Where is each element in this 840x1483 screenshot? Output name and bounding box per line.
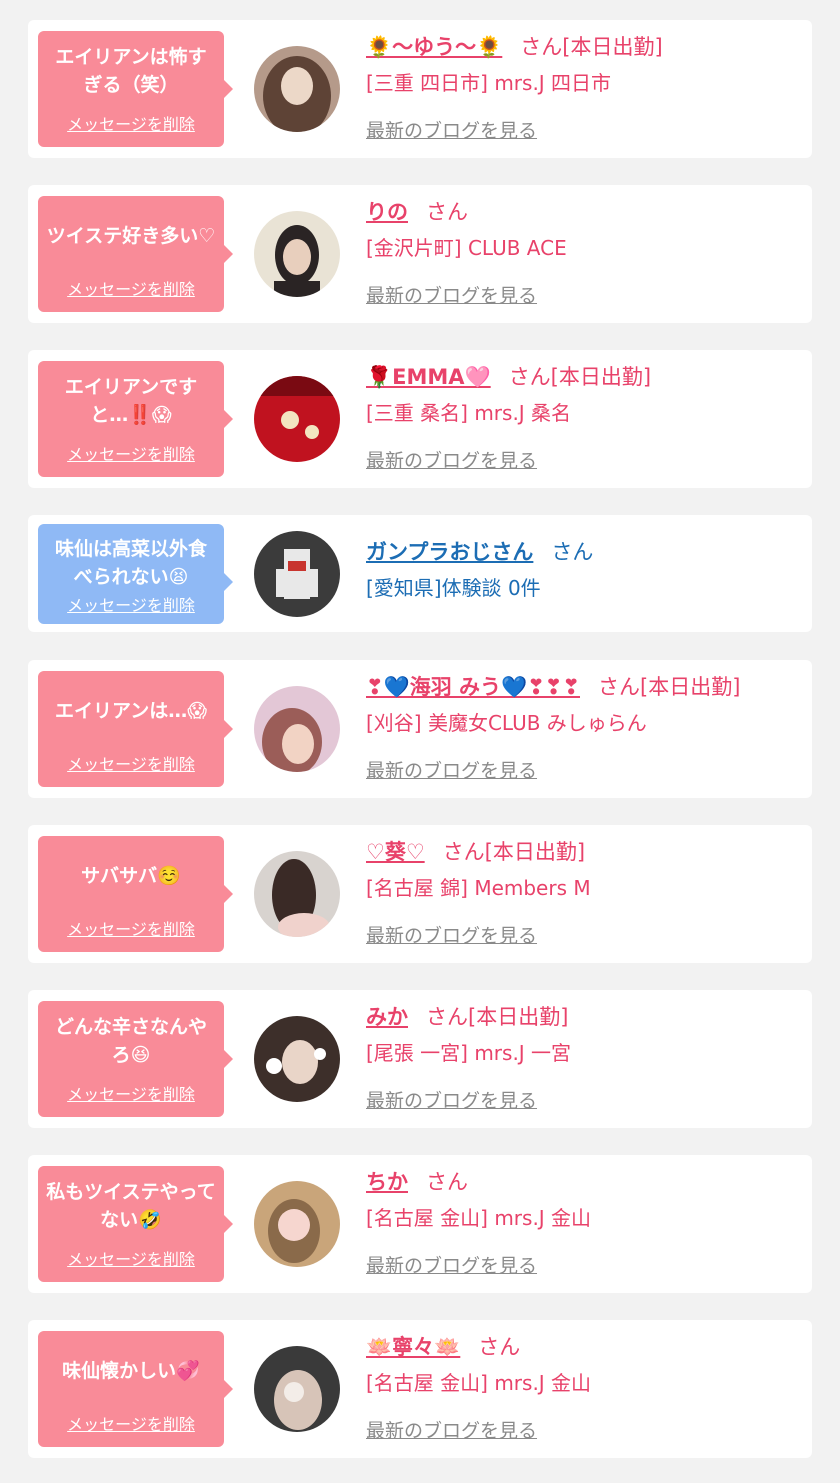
- message-bubble: 味仙懐かしい💞 メッセージを削除: [38, 1331, 233, 1447]
- message-text: サバサバ☺️: [81, 865, 181, 887]
- shop-label: [名古屋 金山] mrs.J 金山: [366, 1206, 592, 1230]
- message-text: ツイステ好き多い♡: [46, 225, 216, 247]
- avatar[interactable]: [254, 1346, 340, 1432]
- avatar[interactable]: [254, 686, 340, 772]
- profile-name-link[interactable]: 🌻〜ゆう〜🌻: [366, 35, 502, 59]
- latest-blog-link[interactable]: 最新のブログを見る: [366, 116, 537, 143]
- avatar[interactable]: [254, 531, 340, 617]
- profile-info: ちか さん [名古屋 金山] mrs.J 金山 最新のブログを見る: [366, 1167, 800, 1278]
- message-card: ツイステ好き多い♡ メッセージを削除 りの さん [金沢片町] CLUB ACE …: [28, 185, 812, 323]
- shop-label: [名古屋 金山] mrs.J 金山: [366, 1371, 592, 1395]
- delete-message-link[interactable]: メッセージを削除: [38, 111, 224, 135]
- shop-label: [三重 四日市] mrs.J 四日市: [366, 71, 612, 95]
- message-card: エイリアンですと…‼️😱 メッセージを削除 🌹EMMA🩷 さん[本日出勤] [三重…: [28, 350, 812, 488]
- message-text: どんな辛さなんやろ😆: [54, 1016, 207, 1066]
- honorific-label: さん[本日出勤]: [442, 840, 586, 864]
- latest-blog-link[interactable]: 最新のブログを見る: [366, 921, 537, 948]
- profile-info: 🪷寧々🪷 さん [名古屋 金山] mrs.J 金山 最新のブログを見る: [366, 1332, 800, 1443]
- avatar[interactable]: [254, 1181, 340, 1267]
- honorific-label: さん: [426, 1170, 468, 1194]
- latest-blog-link[interactable]: 最新のブログを見る: [366, 1416, 537, 1443]
- avatar[interactable]: [254, 211, 340, 297]
- message-card: エイリアンは怖すぎる（笑） メッセージを削除 🌻〜ゆう〜🌻 さん[本日出勤] [三…: [28, 20, 812, 158]
- message-card: 私もツイステやってない🤣 メッセージを削除 ちか さん [名古屋 金山] mrs.…: [28, 1155, 812, 1293]
- shop-label: [愛知県]体験談 0件: [366, 576, 541, 600]
- latest-blog-link[interactable]: 最新のブログを見る: [366, 756, 537, 783]
- message-card: 味仙懐かしい💞 メッセージを削除 🪷寧々🪷 さん [名古屋 金山] mrs.J 金…: [28, 1320, 812, 1458]
- message-bubble: エイリアンですと…‼️😱 メッセージを削除: [38, 361, 233, 477]
- honorific-label: さん: [478, 1335, 521, 1359]
- honorific-label: さん[本日出勤]: [598, 675, 741, 699]
- message-bubble: ツイステ好き多い♡ メッセージを削除: [38, 196, 233, 312]
- honorific-label: さん[本日出勤]: [426, 1005, 569, 1029]
- shop-label: [金沢片町] CLUB ACE: [366, 236, 567, 260]
- profile-name-link[interactable]: 🪷寧々🪷: [366, 1335, 460, 1359]
- delete-message-link[interactable]: メッセージを削除: [38, 441, 224, 465]
- message-list: エイリアンは怖すぎる（笑） メッセージを削除 🌻〜ゆう〜🌻 さん[本日出勤] [三…: [0, 0, 840, 1483]
- shop-label: [三重 桑名] mrs.J 桑名: [366, 401, 572, 425]
- profile-info: りの さん [金沢片町] CLUB ACE 最新のブログを見る: [366, 197, 800, 308]
- profile-info: ❣💙海羽 みう💙❣❣❣ さん[本日出勤] [刈谷] 美魔女CLUB みしゅらん 最…: [366, 672, 800, 783]
- message-bubble: どんな辛さなんやろ😆 メッセージを削除: [38, 1001, 233, 1117]
- profile-name-link[interactable]: ❣💙海羽 みう💙❣❣❣: [366, 675, 580, 699]
- delete-message-link[interactable]: メッセージを削除: [38, 276, 224, 300]
- message-text: エイリアンですと…‼️😱: [64, 376, 198, 426]
- message-card: エイリアンは…😱 メッセージを削除 ❣💙海羽 みう💙❣❣❣ さん[本日出勤] [刈…: [28, 660, 812, 798]
- message-bubble: サバサバ☺️ メッセージを削除: [38, 836, 233, 952]
- latest-blog-link[interactable]: 最新のブログを見る: [366, 1086, 537, 1113]
- honorific-label: さん[本日出勤]: [508, 365, 652, 389]
- profile-info: 🌹EMMA🩷 さん[本日出勤] [三重 桑名] mrs.J 桑名 最新のブログを見…: [366, 362, 800, 473]
- avatar[interactable]: [254, 851, 340, 937]
- honorific-label: さん: [551, 540, 594, 564]
- message-bubble: 味仙は高菜以外食べられない😫 メッセージを削除: [38, 524, 233, 624]
- delete-message-link[interactable]: メッセージを削除: [38, 1411, 224, 1435]
- shop-label: [尾張 一宮] mrs.J 一宮: [366, 1041, 572, 1065]
- avatar[interactable]: [254, 1016, 340, 1102]
- shop-label: [名古屋 錦] Members M: [366, 876, 591, 900]
- profile-name-link[interactable]: 🌹EMMA🩷: [366, 365, 491, 389]
- profile-name-link[interactable]: みか: [366, 1005, 408, 1029]
- message-card: サバサバ☺️ メッセージを削除 ♡葵♡ さん[本日出勤] [名古屋 錦] Memb…: [28, 825, 812, 963]
- profile-name-link[interactable]: ちか: [366, 1170, 408, 1194]
- delete-message-link[interactable]: メッセージを削除: [38, 751, 224, 775]
- message-bubble: エイリアンは…😱 メッセージを削除: [38, 671, 233, 787]
- shop-label: [刈谷] 美魔女CLUB みしゅらん: [366, 711, 647, 735]
- profile-name-link[interactable]: ガンプラおじさん: [366, 540, 533, 564]
- profile-info: ♡葵♡ さん[本日出勤] [名古屋 錦] Members M 最新のブログを見る: [366, 837, 800, 948]
- profile-info: みか さん[本日出勤] [尾張 一宮] mrs.J 一宮 最新のブログを見る: [366, 1002, 800, 1113]
- delete-message-link[interactable]: メッセージを削除: [38, 592, 224, 616]
- latest-blog-link[interactable]: 最新のブログを見る: [366, 281, 537, 308]
- honorific-label: さん: [426, 200, 468, 224]
- avatar[interactable]: [254, 46, 340, 132]
- message-bubble: 私もツイステやってない🤣 メッセージを削除: [38, 1166, 233, 1282]
- profile-name-link[interactable]: ♡葵♡: [366, 840, 425, 864]
- profile-name-link[interactable]: りの: [366, 200, 408, 224]
- delete-message-link[interactable]: メッセージを削除: [38, 1081, 224, 1105]
- delete-message-link[interactable]: メッセージを削除: [38, 1246, 224, 1270]
- message-text: エイリアンは怖すぎる（笑）: [55, 46, 207, 96]
- message-text: 味仙懐かしい💞: [62, 1360, 200, 1382]
- message-text: エイリアンは…😱: [54, 700, 208, 722]
- message-bubble: エイリアンは怖すぎる（笑） メッセージを削除: [38, 31, 233, 147]
- message-text: 私もツイステやってない🤣: [46, 1181, 216, 1231]
- delete-message-link[interactable]: メッセージを削除: [38, 916, 224, 940]
- latest-blog-link[interactable]: 最新のブログを見る: [366, 1251, 537, 1278]
- profile-info: 🌻〜ゆう〜🌻 さん[本日出勤] [三重 四日市] mrs.J 四日市 最新のブログ…: [366, 32, 800, 143]
- honorific-label: さん[本日出勤]: [520, 35, 663, 59]
- profile-info: ガンプラおじさん さん [愛知県]体験談 0件: [366, 537, 800, 603]
- avatar[interactable]: [254, 376, 340, 462]
- message-card: どんな辛さなんやろ😆 メッセージを削除 みか さん[本日出勤] [尾張 一宮] m…: [28, 990, 812, 1128]
- message-text: 味仙は高菜以外食べられない😫: [54, 538, 207, 588]
- latest-blog-link[interactable]: 最新のブログを見る: [366, 446, 537, 473]
- message-card: 味仙は高菜以外食べられない😫 メッセージを削除 ガンプラおじさん さん [愛知県]…: [28, 515, 812, 632]
